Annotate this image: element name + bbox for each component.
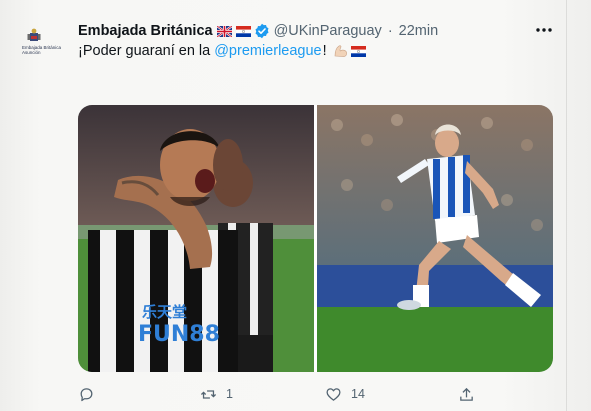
header-separator: · <box>387 23 393 39</box>
retweet-count: 1 <box>226 387 233 401</box>
sponsor-text: FUN88 <box>138 322 220 347</box>
heart-icon <box>326 387 341 401</box>
share-button[interactable] <box>458 384 475 404</box>
tweet-media[interactable]: 乐天堂 FUN88 <box>78 105 553 372</box>
sponsor-chinese-text: 乐天堂 <box>142 303 187 321</box>
paraguay-flag-emoji-icon <box>350 45 366 57</box>
tweet-text-end: ! <box>322 43 327 59</box>
author-handle[interactable]: @UKinParaguay <box>274 23 382 39</box>
tweet-text: ¡Poder guaraní en la @premierleague ! <box>78 43 366 59</box>
avatar-caption: Embajada Británica Asunción <box>22 45 62 55</box>
tweet-timestamp[interactable]: 22min <box>399 23 439 39</box>
retweet-button[interactable]: 1 <box>200 384 233 404</box>
author-name[interactable]: Embajada Británica <box>78 23 213 39</box>
retweet-icon <box>200 389 217 399</box>
share-icon <box>460 387 473 401</box>
tweet-header: Embajada Británica @UKinParaguay · 22min <box>78 21 438 41</box>
like-count: 14 <box>351 387 365 401</box>
premierleague-mention-link[interactable]: @premierleague <box>214 43 321 59</box>
reply-icon <box>80 387 93 401</box>
verified-badge-icon <box>255 23 269 39</box>
avatar[interactable]: Embajada Británica Asunción <box>22 28 62 58</box>
timeline-border <box>566 0 567 411</box>
tweet-actions: 1 14 <box>78 384 558 404</box>
royal-crest-icon <box>27 28 41 41</box>
more-options-icon[interactable] <box>534 23 554 37</box>
tweet-text-start: ¡Poder guaraní en la <box>78 43 211 59</box>
reply-button[interactable] <box>78 384 104 404</box>
brighton-player-running-photo[interactable] <box>317 105 553 372</box>
flexed-biceps-emoji-icon <box>334 45 347 57</box>
paraguay-flag-icon <box>235 25 251 37</box>
newcastle-player-celebrating-photo[interactable]: 乐天堂 FUN88 <box>78 105 314 372</box>
uk-flag-icon <box>216 25 232 37</box>
like-button[interactable]: 14 <box>325 384 365 404</box>
